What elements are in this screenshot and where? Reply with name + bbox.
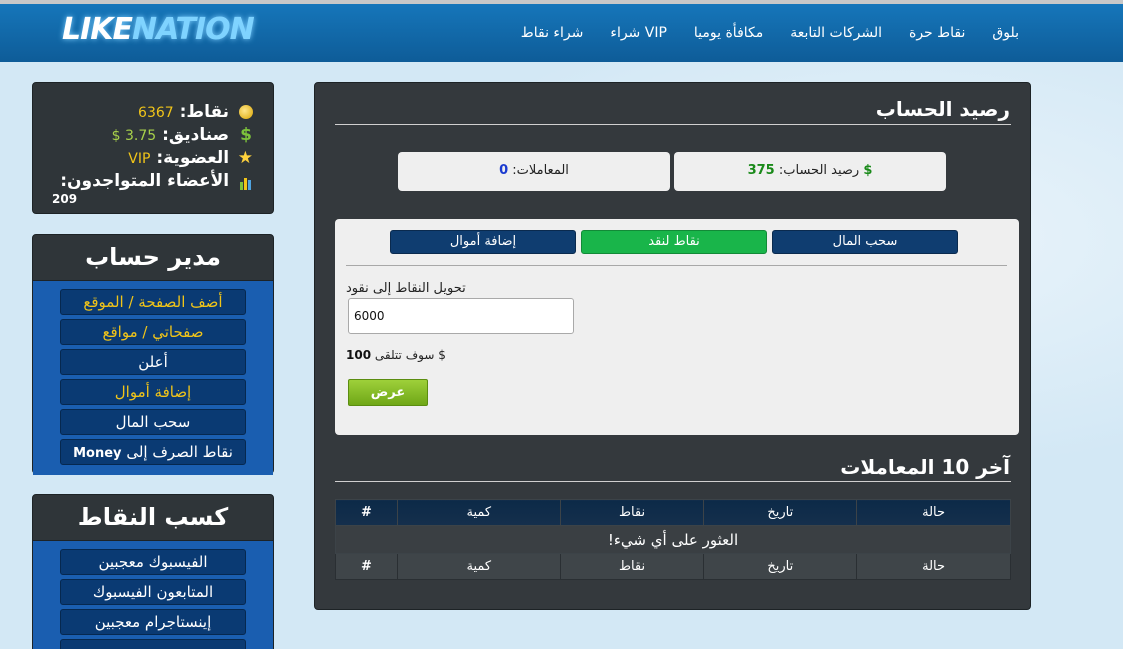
balance-title: رصيد الحساب (875, 97, 1010, 121)
transactions-count: 0 (499, 163, 509, 178)
logo-part-1: LIKE (62, 12, 133, 47)
table-header-row: # كمية نقاط تاريخ حالة (335, 499, 1011, 526)
logo-part-2: NATION (132, 12, 255, 47)
top-header: LIKENATION بلوق نقاط حرة الشركات التابعة… (0, 0, 1123, 62)
points-stat: نقاط: 6367 (53, 101, 253, 124)
facebook-followers-button[interactable]: المتابعون الفيسبوك (60, 579, 246, 605)
nav-free-points[interactable]: نقاط حرة (909, 25, 965, 41)
membership-value: VIP (128, 151, 151, 167)
account-balance-value: 375 (747, 163, 775, 178)
more-earn-button[interactable] (60, 639, 246, 649)
advertise-button[interactable]: أعلن (60, 349, 246, 375)
col-points[interactable]: نقاط (559, 499, 705, 526)
col-date[interactable]: تاريخ (703, 499, 858, 526)
dollar-icon: $ (240, 125, 252, 145)
receive-amount-value: 100 (346, 348, 372, 362)
nav-affiliates[interactable]: الشركات التابعة (790, 25, 882, 41)
transactions-title: آخر 10 المعاملات (840, 455, 1010, 479)
add-page-button[interactable]: أضف الصفحة / الموقع (60, 289, 246, 315)
col-amount[interactable]: كمية (396, 499, 561, 526)
table-row: !العثور على أي شيء (335, 525, 1011, 554)
online-stat: الأعضاء المتواجدون: (53, 170, 253, 192)
nav-daily-bonus[interactable]: مكافأة يوميا (694, 25, 763, 41)
convert-label: تحويل النقاط إلى نقود (346, 281, 466, 296)
transactions-card: المعاملات: 0 (398, 152, 670, 191)
site-logo[interactable]: LIKENATION (62, 12, 255, 47)
points-value: 6367 (138, 105, 174, 121)
account-manager-list: أضف الصفحة / الموقع صفحاتي / مواقع أعلن … (33, 281, 273, 475)
account-manager-box: مدير حساب أضف الصفحة / الموقع صفحاتي / م… (32, 234, 274, 475)
membership-stat: ★ العضوية: VIP (128, 148, 253, 168)
earn-points-box: كسب النقاط الفيسبوك معجبين المتابعون الف… (32, 494, 274, 649)
tab-withdraw[interactable]: سحب المال (772, 230, 958, 254)
account-manager-title: مدير حساب (33, 235, 273, 281)
nav-buy-vip[interactable]: VIP شراء (610, 25, 667, 41)
withdraw-money-button[interactable]: سحب المال (60, 409, 246, 435)
my-pages-button[interactable]: صفحاتي / مواقع (60, 319, 246, 345)
coin-icon (239, 105, 253, 119)
instagram-likes-button[interactable]: إينستاجرام معجبين (60, 609, 246, 635)
col-status[interactable]: حالة (856, 499, 1011, 526)
earn-points-title: كسب النقاط (33, 495, 273, 541)
user-stats-box: نقاط: 6367 $ صناديق: 3.75 $ ★ العضوية: V… (32, 82, 274, 214)
receive-amount-text: $ سوف تتلقى 100 (346, 348, 446, 362)
online-value: 209 (52, 192, 78, 206)
tab-add-funds[interactable]: إضافة أموال (390, 230, 576, 254)
empty-message: !العثور على أي شيء (335, 525, 1011, 554)
tab-points-to-cash[interactable]: نقاط لنقد (581, 230, 767, 254)
col-hash[interactable]: # (335, 499, 398, 526)
nav-buy-points[interactable]: شراء نقاط (521, 25, 584, 41)
form-divider (346, 265, 1007, 266)
title-divider (335, 124, 1011, 125)
nav-blog[interactable]: بلوق (992, 25, 1019, 41)
show-button[interactable]: عرض (348, 379, 428, 406)
table-footer-row: # كمية نقاط تاريخ حالة (335, 553, 1011, 580)
bar-chart-icon (239, 174, 253, 190)
convert-form-panel: سحب المال نقاط لنقد إضافة أموال تحويل ال… (335, 219, 1019, 435)
main-nav: بلوق نقاط حرة الشركات التابعة مكافأة يوم… (494, 4, 1019, 62)
transactions-divider (335, 481, 1011, 482)
account-balance-card: $ رصيد الحساب: 375 (674, 152, 946, 191)
transactions-table: # كمية نقاط تاريخ حالة !العثور على أي شي… (335, 499, 1011, 580)
earn-points-list: الفيسبوك معجبين المتابعون الفيسبوك إينست… (33, 541, 273, 649)
funds-value: 3.75 $ (111, 128, 157, 144)
points-amount-input[interactable] (348, 298, 574, 334)
main-panel: رصيد الحساب $ رصيد الحساب: 375 المعاملات… (314, 82, 1031, 610)
funds-stat: $ صناديق: 3.75 $ (111, 125, 252, 145)
exchange-points-button[interactable]: نقاط الصرف إلى Money (60, 439, 246, 465)
add-funds-button[interactable]: إضافة أموال (60, 379, 246, 405)
star-icon: ★ (237, 148, 253, 168)
facebook-likes-button[interactable]: الفيسبوك معجبين (60, 549, 246, 575)
